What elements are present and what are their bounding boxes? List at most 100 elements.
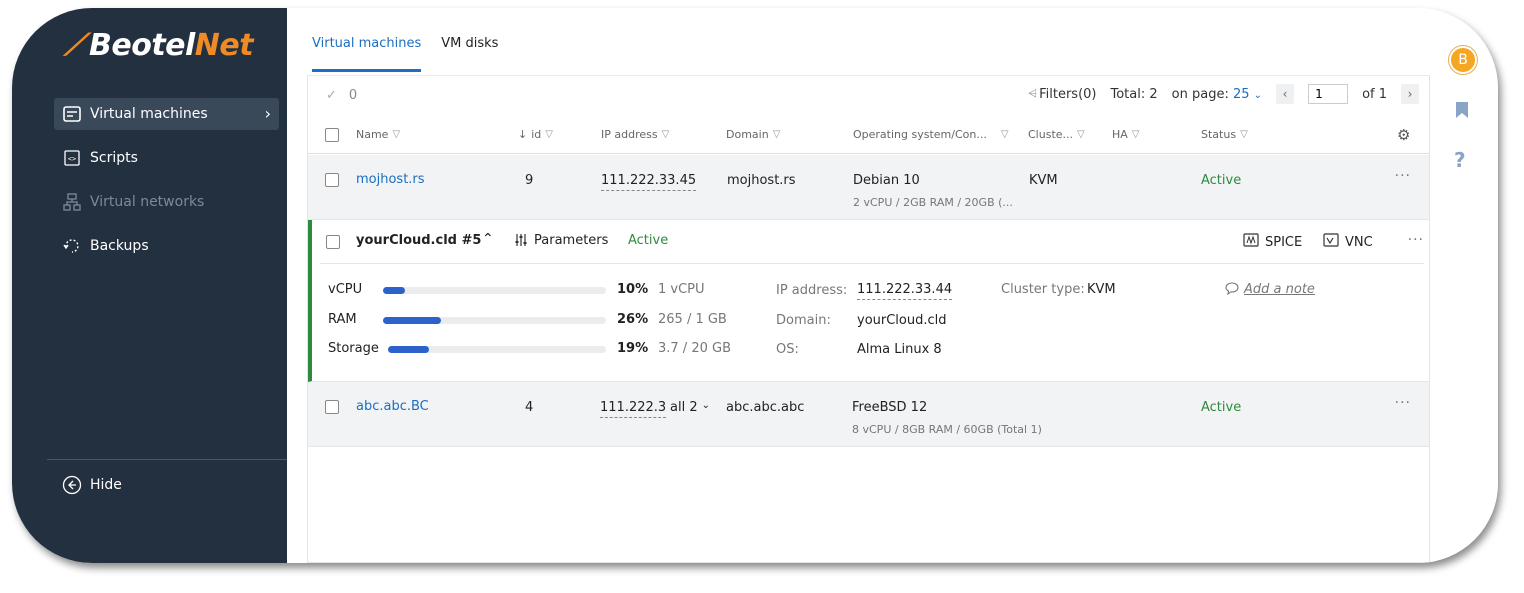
vm-ip[interactable]: 111.222.33.45: [601, 173, 697, 191]
tab-vm-disks[interactable]: VM disks: [441, 36, 498, 72]
table-row[interactable]: mojhost.rs 9 111.222.33.45 mojhost.rs De…: [308, 155, 1429, 220]
vcpu-usage-bar: [383, 287, 606, 294]
vnc-icon: [1323, 233, 1339, 251]
sidebar: ⟋ BeotelNet Virtual machines › <> Script…: [12, 8, 287, 563]
column-header-ip[interactable]: IP address ▽: [601, 128, 669, 141]
logo-text-orange: Net: [194, 28, 254, 63]
selection-count: ✓ 0: [326, 88, 357, 103]
vm-icon: [62, 105, 82, 123]
vm-domain: mojhost.rs: [727, 173, 796, 188]
gear-icon[interactable]: ⚙: [1397, 126, 1410, 144]
domain-label: Domain:: [776, 313, 831, 328]
divider: [47, 459, 287, 460]
sidebar-item-backups[interactable]: Backups: [54, 230, 279, 262]
resource-percent: 19%: [617, 341, 649, 356]
usage-bar-fill: [383, 287, 406, 294]
column-header-name[interactable]: Name ▽: [356, 128, 400, 141]
vm-name-link[interactable]: abc.abc.BC: [356, 399, 429, 414]
filter-icon[interactable]: ▽: [1001, 129, 1009, 140]
filter-icon[interactable]: ▽: [1077, 129, 1085, 140]
ip-value[interactable]: 111.222.33.44: [857, 282, 953, 300]
expanded-vm-header: yourCloud.cld #5 ⌃ Parameters Active SPI…: [320, 220, 1424, 264]
page-total: of 1: [1362, 86, 1387, 102]
vnc-button[interactable]: VNC: [1323, 233, 1373, 251]
resource-detail: 1 vCPU: [658, 282, 705, 297]
more-actions-icon[interactable]: ···: [1395, 168, 1411, 184]
filters-button[interactable]: ⩤ Filters(0): [1028, 87, 1096, 102]
parameters-button[interactable]: Parameters: [514, 233, 608, 251]
vm-config: 8 vCPU / 8GB RAM / 60GB (Total 1): [852, 423, 1042, 436]
hide-label: Hide: [90, 477, 122, 493]
filter-icon[interactable]: ▽: [1132, 129, 1140, 140]
help-icon[interactable]: ?: [1454, 148, 1466, 172]
hide-sidebar-button[interactable]: Hide: [62, 475, 122, 495]
os-label: OS:: [776, 342, 799, 357]
filter-icon[interactable]: ▽: [1240, 129, 1248, 140]
filter-icon: ⩤: [1028, 87, 1038, 100]
logo-mark-icon: ⟋: [64, 28, 85, 63]
more-actions-icon[interactable]: ···: [1395, 395, 1411, 411]
backup-icon: [62, 237, 82, 255]
bookmark-icon[interactable]: [1454, 100, 1470, 125]
column-header-domain[interactable]: Domain ▽: [726, 128, 780, 141]
chevron-up-icon[interactable]: ⌃: [482, 231, 494, 247]
add-note-label: Add a note: [1244, 282, 1315, 297]
add-note-link[interactable]: Add a note: [1225, 282, 1315, 299]
tab-virtual-machines[interactable]: Virtual machines: [312, 36, 422, 72]
right-rail: B ?: [1432, 8, 1498, 563]
filter-icon[interactable]: ▽: [773, 129, 781, 140]
column-header-id[interactable]: ↓ id ▽: [518, 128, 553, 141]
resource-label: vCPU: [328, 282, 363, 297]
row-checkbox[interactable]: [325, 173, 339, 187]
vm-ip[interactable]: 111.222.3: [600, 400, 667, 418]
status-badge: Active: [1201, 173, 1242, 188]
vm-id: 9: [525, 173, 534, 188]
resource-detail: 3.7 / 20 GB: [658, 341, 731, 356]
storage-usage-bar: [388, 346, 606, 353]
domain-value: yourCloud.cld: [857, 313, 947, 328]
on-page-label: on page:: [1171, 86, 1229, 102]
page-number-input[interactable]: [1308, 84, 1349, 104]
sidebar-nav: Virtual machines › <> Scripts Virtual ne…: [54, 98, 279, 274]
resource-label: Storage: [328, 341, 379, 356]
spice-button[interactable]: SPICE: [1243, 233, 1302, 251]
avatar[interactable]: B: [1449, 46, 1477, 74]
vm-config: 2 vCPU / 2GB RAM / 20GB (...: [853, 196, 1013, 209]
sidebar-item-virtual-networks[interactable]: Virtual networks: [54, 186, 279, 218]
column-header-ha[interactable]: HA ▽: [1112, 128, 1140, 141]
usage-bar-fill: [383, 317, 441, 324]
resource-percent: 26%: [617, 312, 649, 327]
select-all-checkbox[interactable]: [325, 128, 339, 142]
logo[interactable]: ⟋ BeotelNet: [64, 28, 254, 63]
sidebar-item-label: Virtual machines: [90, 106, 208, 122]
row-checkbox[interactable]: [326, 235, 340, 249]
status-badge: Active: [628, 233, 669, 248]
table-toolbar: ✓ 0 ⩤ Filters(0) Total: 2 on page: 25 ⌄ …: [308, 76, 1429, 116]
chevron-right-icon: ›: [264, 104, 271, 123]
ip-expand-dropdown[interactable]: all 2 ⌄: [670, 400, 710, 415]
check-icon: ✓: [326, 88, 337, 103]
sidebar-item-virtual-machines[interactable]: Virtual machines ›: [54, 98, 279, 130]
sidebar-item-scripts[interactable]: <> Scripts: [54, 142, 279, 174]
column-header-status[interactable]: Status ▽: [1201, 128, 1248, 141]
sidebar-item-label: Scripts: [90, 150, 138, 166]
vm-name-link[interactable]: mojhost.rs: [356, 172, 425, 187]
column-header-cluster[interactable]: Cluste... ▽: [1028, 128, 1085, 141]
row-checkbox[interactable]: [325, 400, 339, 414]
more-actions-icon[interactable]: ···: [1408, 232, 1424, 248]
resource-label: RAM: [328, 312, 357, 327]
chevron-down-icon: ⌄: [1253, 89, 1263, 101]
table-row[interactable]: abc.abc.BC 4 111.222.3 all 2 ⌄ abc.abc.a…: [308, 382, 1429, 447]
filter-icon[interactable]: ▽: [392, 129, 400, 140]
ip-more-label: all 2: [670, 400, 698, 415]
main-content: Virtual machines VM disks ✓ 0 ⩤ Filters(…: [287, 8, 1432, 563]
page-size-select[interactable]: on page: 25 ⌄: [1172, 87, 1262, 102]
next-page-button[interactable]: ›: [1401, 84, 1419, 104]
sort-icon: ↓: [518, 128, 528, 141]
filter-icon[interactable]: ▽: [662, 129, 670, 140]
ip-label: IP address:: [776, 283, 848, 298]
filter-icon[interactable]: ▽: [545, 129, 553, 140]
parameters-label: Parameters: [534, 233, 609, 248]
prev-page-button[interactable]: ‹: [1276, 84, 1295, 104]
column-header-os[interactable]: Operating system/Con... ▽: [853, 128, 1009, 141]
